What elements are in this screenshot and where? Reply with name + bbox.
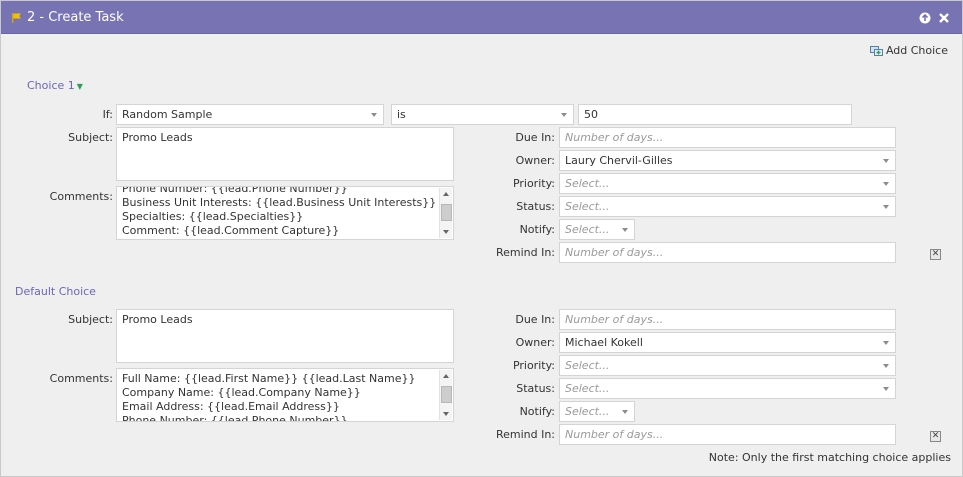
status-label: Status:	[516, 382, 555, 395]
if-label: If:	[102, 108, 113, 121]
dropdown-arrow-icon	[883, 364, 889, 368]
priority-label: Priority:	[512, 177, 555, 190]
comments-scrollbar[interactable]	[439, 188, 452, 238]
operator-select[interactable]: is	[391, 104, 574, 125]
scroll-down-icon[interactable]	[443, 230, 449, 234]
comments-scrollbar[interactable]	[439, 370, 452, 420]
scroll-thumb[interactable]	[441, 204, 452, 221]
notify-placeholder: Select...	[565, 405, 610, 418]
default-status-select[interactable]: Select...	[559, 378, 896, 399]
status-select[interactable]: Select...	[559, 196, 896, 217]
due-in-input[interactable]: Number of days...	[559, 127, 896, 148]
owner-label: Owner:	[515, 154, 555, 167]
notify-placeholder: Select...	[565, 223, 610, 236]
comment-line: Business Unit Interests: {{lead.Business…	[122, 196, 437, 209]
default-remind-in-input[interactable]: Number of days...	[559, 424, 896, 445]
close-icon[interactable]	[937, 11, 951, 25]
scroll-up-icon[interactable]	[443, 374, 449, 378]
choice-1-toggle[interactable]: Choice 1 ▼	[27, 79, 83, 92]
comment-line: Specialties: {{lead.Specialties}}	[122, 210, 304, 223]
owner-select[interactable]: Laury Chervil-Gilles	[559, 150, 896, 171]
subject-value: Promo Leads	[122, 313, 193, 326]
subject-value: Promo Leads	[122, 131, 193, 144]
subject-label: Subject:	[68, 131, 113, 144]
status-label: Status:	[516, 200, 555, 213]
delete-choice-icon[interactable]: ✕	[930, 249, 941, 260]
comment-line: Phone Number: {{lead.Phone Number}}	[122, 186, 348, 195]
remind-in-label: Remind In:	[495, 428, 555, 441]
operator-value: is	[397, 108, 406, 121]
choice-1-label: Choice 1	[27, 79, 75, 92]
help-icon[interactable]	[918, 11, 932, 25]
default-choice-label: Default Choice	[15, 285, 96, 298]
comments-label: Comments:	[49, 190, 113, 203]
caret-down-icon: ▼	[76, 82, 83, 91]
dropdown-arrow-icon	[371, 113, 377, 117]
add-choice-label: Add Choice	[885, 44, 948, 57]
comment-line: Company Name: {{lead.Company Name}}	[122, 386, 361, 399]
due-in-label: Due In:	[515, 131, 555, 144]
comment-line: Phone Number: {{lead.Phone Number}}	[122, 414, 348, 422]
default-comments-textarea[interactable]: Full Name: {{lead.First Name}} {{lead.La…	[116, 368, 454, 422]
remind-in-input[interactable]: Number of days...	[559, 242, 896, 263]
notify-label: Notify:	[519, 223, 555, 236]
footer-note: Note: Only the first matching choice app…	[708, 451, 951, 464]
dialog-title: 2 - Create Task	[27, 10, 124, 25]
due-in-placeholder: Number of days...	[565, 313, 664, 326]
condition-field-value: Random Sample	[122, 108, 213, 121]
dropdown-arrow-icon	[883, 159, 889, 163]
comment-line: Full Name: {{lead.First Name}} {{lead.La…	[122, 372, 416, 385]
status-placeholder: Select...	[565, 382, 610, 395]
due-in-placeholder: Number of days...	[565, 131, 664, 144]
dialog-titlebar: 2 - Create Task	[1, 1, 962, 34]
owner-value: Michael Kokell	[565, 336, 643, 349]
comments-label: Comments:	[49, 372, 113, 385]
due-in-label: Due In:	[515, 313, 555, 326]
condition-field-select[interactable]: Random Sample	[116, 104, 384, 125]
add-choice-icon	[869, 46, 883, 56]
dropdown-arrow-icon	[622, 410, 628, 414]
default-notify-select[interactable]: Select...	[559, 401, 635, 422]
comment-line: Comment: {{lead.Comment Capture}}	[122, 224, 340, 237]
scroll-down-icon[interactable]	[443, 412, 449, 416]
scroll-up-icon[interactable]	[443, 192, 449, 196]
remind-in-placeholder: Number of days...	[565, 428, 664, 441]
priority-select[interactable]: Select...	[559, 173, 896, 194]
dropdown-arrow-icon	[883, 387, 889, 391]
dropdown-arrow-icon	[561, 113, 567, 117]
remind-in-placeholder: Number of days...	[565, 246, 664, 259]
comment-line: Email Address: {{lead.Email Address}}	[122, 400, 340, 413]
notify-select[interactable]: Select...	[559, 219, 635, 240]
priority-label: Priority:	[512, 359, 555, 372]
remind-in-label: Remind In:	[495, 246, 555, 259]
priority-placeholder: Select...	[565, 177, 610, 190]
dropdown-arrow-icon	[883, 205, 889, 209]
dropdown-arrow-icon	[622, 228, 628, 232]
status-placeholder: Select...	[565, 200, 610, 213]
delete-default-choice-icon[interactable]: ✕	[930, 431, 941, 442]
dropdown-arrow-icon	[883, 341, 889, 345]
default-subject-input[interactable]: Promo Leads	[116, 309, 454, 363]
comments-textarea[interactable]: Phone Number: {{lead.Phone Number}} Busi…	[116, 186, 454, 240]
default-priority-select[interactable]: Select...	[559, 355, 896, 376]
owner-label: Owner:	[515, 336, 555, 349]
add-choice-button[interactable]: Add Choice	[869, 44, 948, 57]
default-due-in-input[interactable]: Number of days...	[559, 309, 896, 330]
create-task-dialog: 2 - Create Task Add Choice Choice 1 ▼ If:…	[0, 0, 963, 477]
dropdown-arrow-icon	[883, 182, 889, 186]
condition-value: 50	[584, 108, 598, 121]
owner-value: Laury Chervil-Gilles	[565, 154, 673, 167]
subject-input[interactable]: Promo Leads	[116, 127, 454, 181]
priority-placeholder: Select...	[565, 359, 610, 372]
comments-content: Full Name: {{lead.First Name}} {{lead.La…	[122, 372, 416, 422]
condition-value-input[interactable]: 50	[578, 104, 852, 125]
flag-icon	[12, 13, 21, 23]
default-owner-select[interactable]: Michael Kokell	[559, 332, 896, 353]
scroll-thumb[interactable]	[441, 386, 452, 403]
comments-content: Phone Number: {{lead.Phone Number}} Busi…	[122, 186, 437, 238]
subject-label: Subject:	[68, 313, 113, 326]
notify-label: Notify:	[519, 405, 555, 418]
